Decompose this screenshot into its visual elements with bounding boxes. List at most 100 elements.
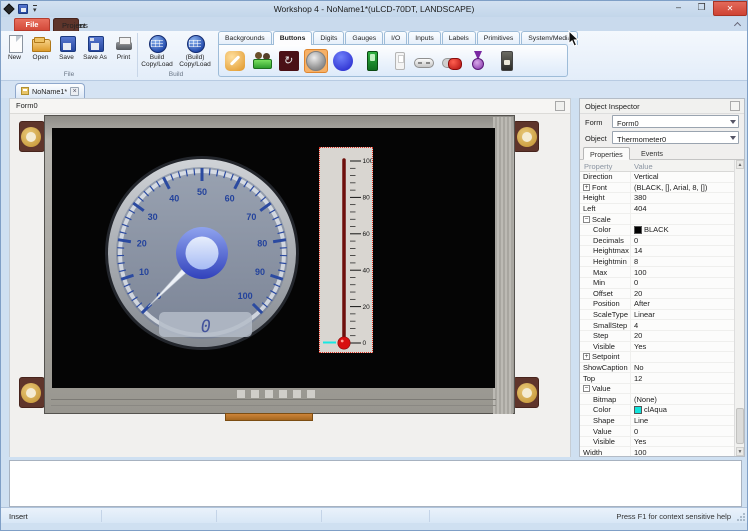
palette-tab-digits[interactable]: Digits xyxy=(313,31,345,45)
palette-widget-switch-white[interactable] xyxy=(385,49,409,73)
palette-tab-gauges[interactable]: Gauges xyxy=(345,31,384,45)
scroll-down-icon[interactable]: ▼ xyxy=(736,447,744,456)
palette-widget-menu-button[interactable] xyxy=(223,49,247,73)
build-copy-load-button-2[interactable]: (Build) Copy/Load xyxy=(177,33,214,70)
palette-widget-user-button[interactable] xyxy=(250,49,274,73)
ribbon-group-file: New Open Save Save As Print File xyxy=(1,31,137,80)
tab-close-icon[interactable]: × xyxy=(70,86,80,96)
vertical-splitter[interactable] xyxy=(571,98,579,457)
lcd-ribbon-connector xyxy=(225,413,313,421)
palette-tab-inputs[interactable]: Inputs xyxy=(408,31,441,45)
gauge-scale-label: 100 xyxy=(238,291,253,301)
ribbon-button-label: Open xyxy=(32,54,49,61)
property-row[interactable]: + Font (BLACK, [], Arial, 8, []) xyxy=(580,182,744,194)
mounting-hole-icon xyxy=(517,127,537,147)
property-name: Heightmax xyxy=(593,246,629,256)
property-row[interactable]: Heightmax 14 xyxy=(580,246,744,257)
ribbon-tab-row: File HomeViewToolsCommsProject xyxy=(1,17,747,49)
palette-tab-io[interactable]: I/O xyxy=(384,31,408,45)
bottom-notes-panel[interactable] xyxy=(9,460,742,507)
document-tab[interactable]: NoName1* × xyxy=(15,83,86,98)
design-canvas[interactable]: 0102030405060708090100 0 xyxy=(10,114,570,457)
form-select[interactable]: Form0 xyxy=(612,115,739,128)
property-row[interactable]: SmallStep 4 xyxy=(580,320,744,331)
ribbon-collapse-icon[interactable] xyxy=(734,21,741,27)
inspector-scrollbar[interactable]: ▲ ▼ xyxy=(734,160,744,456)
open-button[interactable]: Open xyxy=(28,33,53,70)
collapse-icon[interactable]: − xyxy=(583,385,590,393)
property-row[interactable]: Min 0 xyxy=(580,277,744,289)
palette-widget-toggle-switch[interactable] xyxy=(439,49,463,73)
save-button[interactable]: Save xyxy=(54,33,79,70)
property-row[interactable]: + Setpoint xyxy=(580,352,744,363)
palette-widget-animated-button[interactable] xyxy=(277,49,301,73)
palette-tab-buttons[interactable]: Buttons xyxy=(272,31,313,45)
property-value: 100 xyxy=(634,447,647,456)
property-row[interactable]: Visible Yes xyxy=(580,436,744,448)
property-row[interactable]: Heightmin 8 xyxy=(580,256,744,268)
property-row[interactable]: ScaleType Linear xyxy=(580,309,744,321)
palette-widget-rocker-switch[interactable] xyxy=(412,49,436,73)
thermometer-scale-label: 80 xyxy=(363,195,371,202)
inspector-tab-properties[interactable]: Properties xyxy=(583,147,630,160)
property-row[interactable]: − Value xyxy=(580,383,744,395)
property-row[interactable]: Width 100 xyxy=(580,447,744,456)
form-pin-icon[interactable] xyxy=(555,101,565,111)
property-row[interactable]: Left 404 xyxy=(580,203,744,215)
property-row[interactable]: Bitmap (None) xyxy=(580,394,744,406)
property-row[interactable]: Height 380 xyxy=(580,193,744,204)
color-swatch xyxy=(634,225,642,234)
palette-widget-led-switch[interactable] xyxy=(493,49,517,73)
minimize-button[interactable]: – xyxy=(667,1,690,15)
palette-tab-labels[interactable]: Labels xyxy=(441,31,476,45)
thermometer-widget[interactable]: 100 80 60 40 20 0 xyxy=(319,147,374,353)
form-header: Form0 xyxy=(10,99,570,114)
palette-widget-switch-green[interactable] xyxy=(358,49,382,73)
property-row[interactable]: Value 0 xyxy=(580,426,744,437)
collapse-icon[interactable]: − xyxy=(583,215,590,223)
property-row[interactable]: Max 100 xyxy=(580,267,744,278)
palette-widget-round-button[interactable] xyxy=(331,49,355,73)
quick-save-icon[interactable] xyxy=(18,4,28,14)
qat-dropdown-icon[interactable]: ▾ xyxy=(33,4,37,14)
property-row[interactable]: ShowCaption No xyxy=(580,362,744,374)
resize-grip[interactable] xyxy=(737,513,745,521)
new-button[interactable]: New xyxy=(2,33,27,70)
save-as-button[interactable]: Save As xyxy=(80,33,110,70)
close-button[interactable]: ✕ xyxy=(713,1,747,16)
property-name: Color xyxy=(593,225,611,235)
property-row[interactable]: Color BLACK xyxy=(580,224,744,236)
palette-widget-knob[interactable] xyxy=(304,48,328,73)
expand-icon[interactable]: + xyxy=(583,353,590,361)
property-row[interactable]: Step 20 xyxy=(580,330,744,342)
palette-tab-primitives[interactable]: Primitives xyxy=(476,31,521,45)
property-value: Vertical xyxy=(634,172,659,182)
print-button[interactable]: Print xyxy=(111,33,136,70)
palette-tab-backgrounds[interactable]: Backgrounds xyxy=(218,31,272,45)
build-copy-load-button-1[interactable]: Build Copy/Load xyxy=(139,33,176,70)
property-row[interactable]: Position After xyxy=(580,299,744,310)
property-row[interactable]: Top 12 xyxy=(580,373,744,384)
property-row[interactable]: Color clAqua xyxy=(580,405,744,416)
property-name: Top xyxy=(583,373,596,383)
property-row[interactable]: − Scale xyxy=(580,214,744,225)
maximize-button[interactable]: ❐ xyxy=(690,1,713,15)
scroll-up-icon[interactable]: ▲ xyxy=(736,160,744,169)
expand-icon[interactable]: + xyxy=(583,183,590,191)
scrollbar-thumb[interactable] xyxy=(736,408,744,444)
palette-widget-medal[interactable] xyxy=(466,49,490,73)
property-row[interactable]: Direction Vertical xyxy=(580,172,744,183)
angular-meter-widget[interactable]: 0102030405060708090100 0 xyxy=(104,155,300,351)
property-value: 0 xyxy=(634,426,639,436)
app-logo-icon[interactable] xyxy=(3,3,15,15)
inspector-options-icon[interactable] xyxy=(730,101,740,111)
user-button-icon xyxy=(252,51,272,71)
property-row[interactable]: Shape Line xyxy=(580,415,744,427)
file-menu-button[interactable]: File xyxy=(14,18,50,31)
inspector-tab-events[interactable]: Events xyxy=(635,147,669,160)
property-row[interactable]: Visible Yes xyxy=(580,341,744,353)
property-row[interactable]: Offset 20 xyxy=(580,288,744,300)
lcd-screen[interactable]: 0102030405060708090100 0 xyxy=(52,128,495,388)
property-row[interactable]: Decimals 0 xyxy=(580,235,744,247)
object-select[interactable]: Thermometer0 xyxy=(612,131,739,144)
